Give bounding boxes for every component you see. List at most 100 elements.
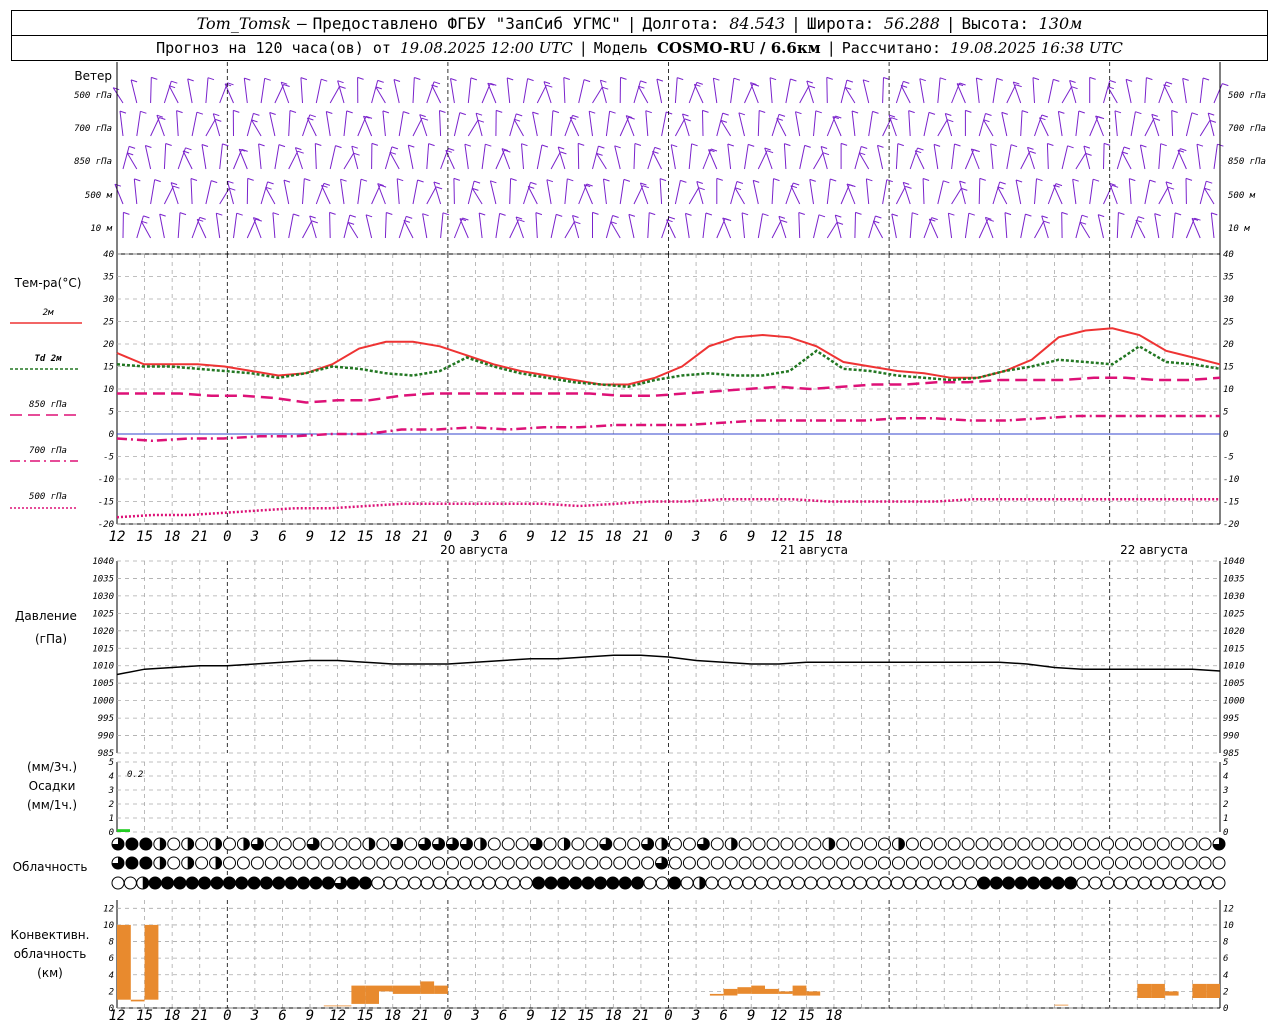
cloud-symbol	[961, 837, 975, 851]
cloud-symbol	[222, 837, 236, 851]
wind-barb-flag	[883, 77, 890, 80]
wind-barb	[506, 77, 511, 104]
cloud-symbol	[306, 837, 320, 851]
wind-barb-flag	[297, 150, 304, 154]
cloud-circle	[1142, 856, 1156, 870]
wind-barb	[693, 84, 704, 104]
cloud-circle	[284, 876, 298, 890]
y-tick-label: 4	[109, 971, 114, 981]
x-tick-label: 18	[605, 529, 622, 545]
cloud-symbol	[571, 837, 585, 851]
wind-barb-flag	[922, 178, 930, 181]
wind-barb	[928, 218, 939, 239]
wind-barb	[1027, 147, 1035, 170]
wind-barb	[854, 146, 862, 170]
wind-barb	[1182, 78, 1187, 104]
cloud-symbol	[473, 837, 487, 851]
wind-barb-flag	[1021, 110, 1029, 114]
cloud-circle	[705, 876, 719, 890]
cloud-circle	[445, 876, 459, 890]
wind-barb	[294, 147, 303, 170]
wind-barb-flag	[798, 212, 805, 215]
wind-barb-flag	[1067, 145, 1074, 149]
cloud-circle	[278, 837, 292, 851]
wind-barb-flag	[762, 213, 769, 217]
y-tick-label: 1035	[92, 574, 114, 584]
cloud-symbol	[903, 876, 917, 890]
wind-barb	[799, 145, 806, 170]
wind-barb	[163, 81, 172, 104]
cloud-symbol	[111, 856, 125, 870]
wind-barb-flag	[1089, 76, 1096, 80]
cloud-symbol	[195, 856, 209, 870]
cloud-symbol	[167, 837, 181, 851]
wind-barb	[992, 181, 1001, 205]
wind-barb	[1069, 80, 1077, 104]
wind-barb	[628, 214, 635, 239]
wind-barb	[820, 146, 828, 170]
wind-barb	[182, 150, 193, 170]
x-tick-label: 12	[770, 529, 787, 545]
cloud-symbol	[1125, 876, 1139, 890]
x-tick-label: 18	[164, 529, 181, 545]
cloud-symbol	[1087, 856, 1101, 870]
wind-barb	[1004, 212, 1008, 239]
conv-bar	[434, 985, 448, 994]
wind-barb-flag	[300, 77, 308, 81]
cloud-circle	[585, 837, 599, 851]
x-tick-label: 9	[747, 529, 755, 545]
wind-barb-flag	[176, 110, 183, 114]
y-tick-label: 0	[1223, 1004, 1228, 1014]
cloud-symbol	[692, 876, 706, 890]
wind-barb-flag	[696, 81, 703, 85]
cloud-symbol	[396, 876, 410, 890]
wind-barb-flag	[1118, 212, 1125, 215]
cloud-circle	[222, 876, 236, 890]
wind-barb-flag	[769, 77, 777, 81]
wind-barb-flag	[1041, 114, 1048, 118]
wind-barb	[1207, 112, 1215, 137]
cloud-symbol	[1045, 856, 1059, 870]
y-tick-label: 1035	[1223, 574, 1245, 584]
cloud-circle	[1128, 856, 1142, 870]
cloud-symbol	[1101, 856, 1115, 870]
cloud-circle	[544, 876, 558, 890]
wind-barb-flag	[1032, 77, 1040, 81]
wind-barb-flag	[293, 213, 300, 217]
wind-barb	[633, 143, 636, 170]
wind-barb	[1046, 143, 1049, 170]
cloud-symbol	[1014, 876, 1028, 890]
cloud-circle	[1198, 856, 1212, 870]
wind-barb	[656, 79, 663, 104]
precip-bar	[117, 829, 130, 832]
cloud-circle	[556, 876, 570, 890]
wind-barb	[144, 145, 152, 170]
cloud-symbol	[1198, 837, 1212, 851]
wind-barb	[674, 180, 681, 205]
wind-barb	[453, 112, 461, 137]
wind-barb-flag	[190, 178, 198, 181]
cloud-symbol	[358, 876, 372, 890]
cloud-symbol	[668, 837, 682, 851]
wind-barb-flag	[442, 212, 450, 216]
wind-barb-flag	[1182, 77, 1189, 81]
wind-barb	[1034, 220, 1045, 239]
wind-barb	[738, 112, 745, 137]
wind-barb-flag	[1004, 212, 1012, 216]
cloud-symbol	[292, 837, 306, 851]
wind-barb	[337, 80, 345, 104]
wind-barb	[398, 111, 404, 137]
conv-bar	[420, 981, 435, 994]
cloud-symbol	[947, 856, 961, 870]
cloud-circle	[668, 856, 682, 870]
wind-barb-flag	[1078, 110, 1085, 114]
wind-barb	[1144, 118, 1155, 137]
wind-barb-flag	[919, 78, 926, 82]
wind-barb-flag	[499, 212, 506, 216]
y-tick-label: 8	[109, 938, 114, 948]
wind-barb	[196, 219, 207, 239]
wind-barb-flag	[403, 111, 410, 115]
wind-barb	[652, 151, 663, 170]
cloud-circle	[1059, 856, 1073, 870]
y-tick-label: 0	[109, 1004, 114, 1014]
